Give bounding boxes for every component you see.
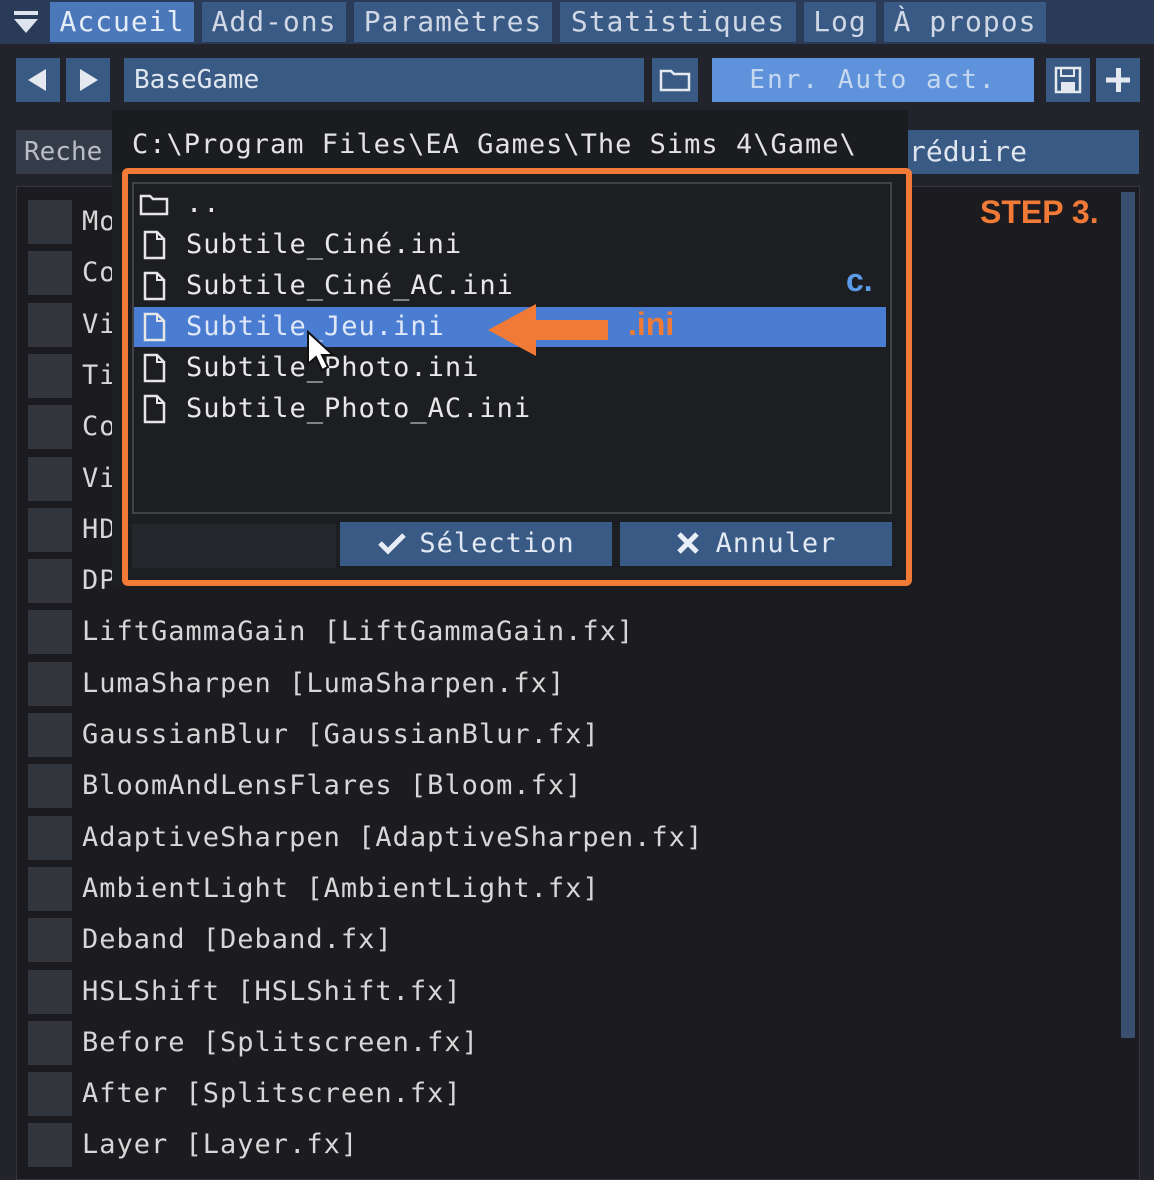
effect-row[interactable]: HSLShift [HSLShift.fx] (28, 969, 1108, 1014)
effect-row[interactable]: Layer [Layer.fx] (28, 1123, 1108, 1168)
tab-parametres[interactable]: Paramètres (354, 2, 552, 42)
effect-label: Before [Splitscreen.fx] (82, 1026, 479, 1058)
effect-checkbox[interactable] (28, 764, 72, 809)
effect-row[interactable]: Deband [Deband.fx] (28, 918, 1108, 963)
effect-checkbox[interactable] (28, 866, 72, 911)
annotation-highlight-box (122, 168, 912, 586)
folder-icon (659, 69, 691, 92)
arrow-left-icon (28, 69, 46, 91)
effect-checkbox[interactable] (28, 405, 72, 450)
effect-checkbox[interactable] (28, 1072, 72, 1117)
preset-name-field[interactable]: BaseGame (124, 58, 644, 102)
add-preset-button[interactable] (1096, 58, 1140, 102)
tab-accueil[interactable]: Accueil (50, 2, 194, 42)
effect-checkbox[interactable] (28, 456, 72, 501)
plus-icon (1106, 68, 1130, 92)
effect-checkbox[interactable] (28, 251, 72, 296)
effect-checkbox[interactable] (28, 559, 72, 604)
effect-label: After [Splitscreen.fx] (82, 1078, 462, 1110)
effect-row[interactable]: LiftGammaGain [LiftGammaGain.fx] (28, 610, 1108, 655)
effect-label: LumaSharpen [LumaSharpen.fx] (82, 667, 566, 699)
effect-label: GaussianBlur [GaussianBlur.fx] (82, 719, 600, 750)
effects-scrollbar[interactable] (1121, 192, 1135, 1038)
collapse-all-button[interactable]: réduire (905, 130, 1139, 174)
annotation-arrow-icon (488, 304, 608, 356)
effect-checkbox[interactable] (28, 713, 72, 757)
effect-checkbox[interactable] (28, 507, 72, 552)
effect-row[interactable]: AmbientLight [AmbientLight.fx] (28, 866, 1108, 911)
effect-checkbox[interactable] (28, 918, 72, 963)
annotation-step-label: STEP 3. (980, 194, 1099, 230)
mouse-cursor-icon (307, 330, 336, 372)
annotation-extension-label: .ini (628, 306, 675, 342)
arrow-right-icon (80, 69, 98, 91)
previous-preset-button[interactable] (16, 58, 60, 102)
effect-row[interactable]: GaussianBlur [GaussianBlur.fx] (28, 713, 1108, 757)
effect-checkbox[interactable] (28, 661, 72, 706)
auto-save-button[interactable]: Enr. Auto act. (712, 58, 1034, 102)
effect-checkbox[interactable] (28, 610, 72, 655)
effect-label: AmbientLight [AmbientLight.fx] (82, 872, 600, 904)
save-button[interactable] (1046, 58, 1090, 102)
effect-checkbox[interactable] (28, 969, 72, 1014)
effect-checkbox[interactable] (28, 815, 72, 860)
file-path-field[interactable]: C:\Program Files\EA Games\The Sims 4\Gam… (112, 110, 908, 174)
tab-a-propos[interactable]: À propos (884, 2, 1046, 42)
effect-label: LiftGammaGain [LiftGammaGain.fx] (82, 616, 635, 648)
effect-row[interactable]: BloomAndLensFlares [Bloom.fx] (28, 764, 1108, 809)
effect-label: BloomAndLensFlares [Bloom.fx] (82, 770, 583, 802)
search-input[interactable]: Reche (16, 130, 126, 174)
effect-row[interactable]: Before [Splitscreen.fx] (28, 1020, 1108, 1065)
effect-checkbox[interactable] (28, 1123, 72, 1168)
browse-folder-button[interactable] (652, 58, 698, 102)
save-icon (1054, 66, 1082, 94)
tab-add-ons[interactable]: Add-ons (202, 2, 346, 42)
tab-statistiques[interactable]: Statistiques (560, 2, 796, 42)
tab-log[interactable]: Log (804, 2, 876, 42)
effect-label: Deband [Deband.fx] (82, 924, 393, 956)
annotation-substep-label: c. (846, 262, 873, 298)
menu-toggle-icon[interactable] (6, 4, 46, 40)
next-preset-button[interactable] (66, 58, 110, 102)
effect-checkbox[interactable] (28, 353, 72, 398)
effect-label: Layer [Layer.fx] (82, 1129, 359, 1161)
effect-row[interactable]: LumaSharpen [LumaSharpen.fx] (28, 661, 1108, 706)
effect-row[interactable]: After [Splitscreen.fx] (28, 1072, 1108, 1117)
effect-label: AdaptiveSharpen [AdaptiveSharpen.fx] (82, 821, 704, 853)
effect-label: HSLShift [HSLShift.fx] (82, 975, 462, 1007)
effect-checkbox[interactable] (28, 1020, 72, 1065)
effect-row[interactable]: AdaptiveSharpen [AdaptiveSharpen.fx] (28, 815, 1108, 860)
effect-checkbox[interactable] (28, 200, 72, 244)
tab-bar: Accueil Add-ons Paramètres Statistiques … (0, 0, 1154, 44)
effect-checkbox[interactable] (28, 302, 72, 347)
